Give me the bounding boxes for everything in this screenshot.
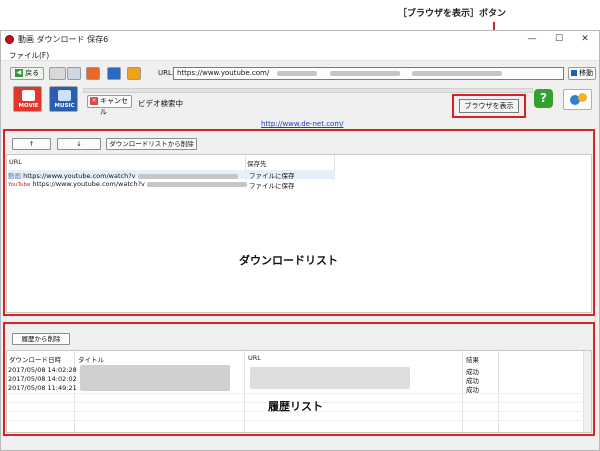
go-button[interactable]: 移動: [568, 67, 596, 80]
movie-button[interactable]: MOVIE: [13, 86, 42, 112]
column-header-date: ダウンロード日時: [9, 356, 61, 364]
minimize-button[interactable]: —: [519, 32, 545, 47]
qa-icon-accent: [578, 93, 587, 102]
history-list-label: 履歴リスト: [268, 400, 323, 413]
music-icon: [58, 90, 71, 101]
move-down-button[interactable]: ↓: [57, 138, 101, 150]
music-button[interactable]: MUSIC: [49, 86, 78, 112]
column-header-save-to: 保存先: [247, 160, 267, 168]
go-arrow-icon: [570, 70, 577, 76]
refresh-icon[interactable]: [107, 67, 121, 80]
blurred-titles: [80, 365, 230, 391]
row-save-to: ファイルに保存: [249, 172, 295, 180]
stop-icon[interactable]: [86, 67, 100, 80]
show-browser-button[interactable]: ブラウザを表示: [459, 99, 519, 113]
column-header-url: URL: [9, 158, 22, 166]
row-divider: [7, 393, 582, 394]
menu-bar: ファイル(F): [1, 48, 599, 61]
back-button[interactable]: ◀ 戻る: [10, 67, 44, 80]
music-label: MUSIC: [54, 103, 75, 109]
column-header-title: タイトル: [78, 356, 104, 364]
history-date: 2017/05/08 11:49:21: [8, 384, 77, 392]
remove-from-history-button[interactable]: 履歴から削除: [12, 333, 70, 345]
url-value: https://www.youtube.com/: [177, 69, 270, 77]
blurred-url-segment: [329, 70, 400, 76]
history-scrollbar[interactable]: [583, 351, 591, 432]
row-url: https://www.youtube.com/watch?v: [23, 172, 136, 180]
qa-button[interactable]: [563, 89, 592, 110]
history-result: 成功: [466, 386, 479, 394]
go-label: 移動: [579, 69, 594, 77]
blurred-url-segment: [411, 70, 502, 76]
move-up-button[interactable]: ↑: [12, 138, 51, 150]
history-date: 2017/05/08 14:02:28: [8, 366, 77, 374]
home-icon[interactable]: [127, 67, 141, 80]
close-button[interactable]: ✕: [572, 32, 598, 47]
url-input[interactable]: https://www.youtube.com/: [173, 67, 564, 80]
progress-strip: [83, 88, 533, 93]
movie-label: MOVIE: [18, 103, 39, 109]
row-url: https://www.youtube.com/watch?v: [32, 180, 145, 188]
mail-icon[interactable]: [49, 67, 66, 80]
blurred-urls: [250, 367, 410, 389]
maximize-button[interactable]: ☐: [546, 32, 572, 47]
remove-from-download-list-button[interactable]: ダウンロードリストから削除: [106, 138, 197, 150]
blurred-url-segment: [277, 70, 318, 76]
row-source: 動画: [8, 172, 21, 180]
app-icon: [5, 35, 14, 44]
cancel-x-icon: ×: [90, 97, 98, 105]
download-list-label: ダウンロードリスト: [239, 254, 338, 267]
row-save-to: ファイルに保存: [249, 182, 295, 190]
back-arrow-icon: ◀: [14, 69, 23, 77]
site-link[interactable]: http://www.de-net.com/: [261, 120, 344, 128]
column-header-url: URL: [248, 354, 261, 362]
help-button[interactable]: ?: [534, 89, 553, 108]
back-label: 戻る: [25, 69, 40, 77]
row-divider: [7, 420, 582, 421]
blurred-cell: [146, 181, 247, 187]
history-date: 2017/05/08 14:02:02: [8, 375, 77, 383]
row-source: YouTube: [8, 182, 31, 188]
column-header-result: 結果: [466, 356, 479, 364]
table-row[interactable]: YouTube https://www.youtube.com/watch?v …: [8, 180, 335, 190]
url-label: URL:: [158, 69, 175, 77]
callout-label: ［ブラウザを表示］ボタン: [398, 9, 507, 19]
status-text: ビデオ検索中: [138, 99, 183, 108]
window-title: 動画 ダウンロード 保存6: [18, 35, 109, 44]
blurred-cell: [137, 173, 238, 179]
table-row[interactable]: 動画 https://www.youtube.com/watch?v ファイルに…: [8, 170, 335, 180]
title-bar: 動画 ダウンロード 保存6 — ☐ ✕: [1, 31, 599, 48]
forward-icon[interactable]: [67, 67, 81, 80]
menu-file[interactable]: ファイル(F): [9, 50, 49, 61]
movie-icon: [22, 90, 35, 101]
